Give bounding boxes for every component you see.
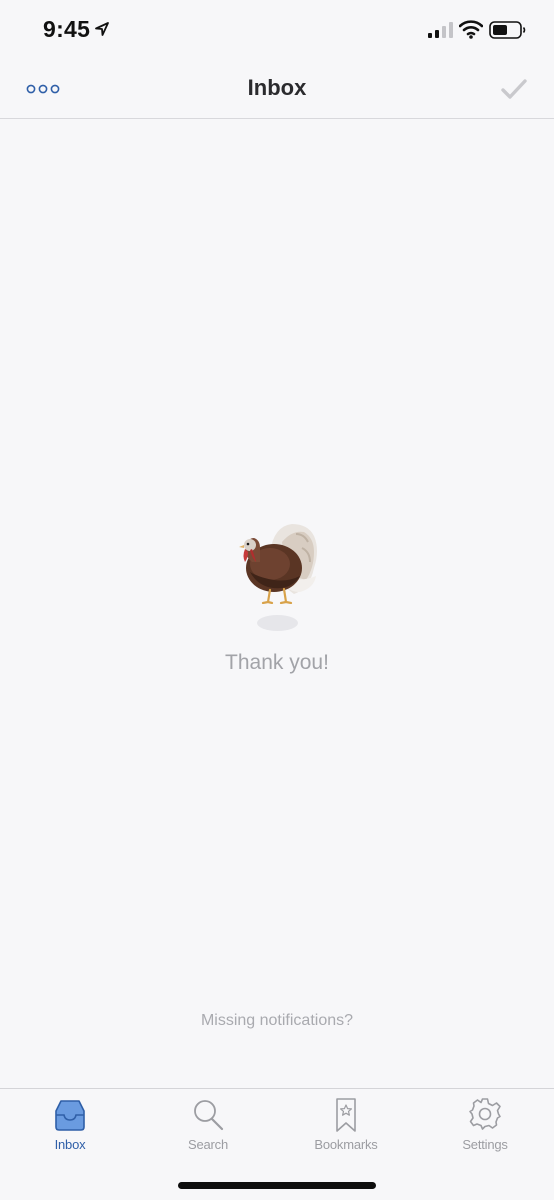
tab-bookmarks[interactable]: Bookmarks bbox=[291, 1097, 401, 1161]
navigation-bar: Inbox bbox=[0, 60, 554, 119]
page-title: Inbox bbox=[247, 75, 307, 100]
cellular-signal-icon bbox=[428, 22, 453, 38]
tab-inbox[interactable]: Inbox bbox=[15, 1097, 125, 1161]
inbox-tray-icon bbox=[55, 1100, 85, 1131]
status-bar: 9:45 bbox=[0, 0, 554, 60]
bookmark-icon bbox=[336, 1098, 356, 1132]
tab-label: Bookmarks bbox=[314, 1137, 378, 1152]
missing-notifications-link[interactable]: Missing notifications? bbox=[0, 1012, 554, 1030]
tab-settings[interactable]: Settings bbox=[430, 1097, 540, 1161]
tab-search[interactable]: Search bbox=[153, 1097, 263, 1161]
empty-state: Thank you! bbox=[0, 500, 554, 700]
gear-icon bbox=[469, 1098, 501, 1130]
battery-icon bbox=[489, 21, 526, 39]
inbox-screen: 9:45 Inbox Thank you! Missing notificati… bbox=[0, 0, 554, 1200]
checkmark-icon[interactable] bbox=[500, 77, 528, 101]
turkey-icon bbox=[239, 524, 317, 604]
tab-label: Settings bbox=[462, 1137, 508, 1152]
location-arrow-icon bbox=[95, 22, 109, 36]
tab-label: Inbox bbox=[54, 1137, 86, 1152]
illustration-shadow bbox=[257, 615, 298, 631]
empty-state-message: Thank you! bbox=[225, 651, 329, 674]
tab-label: Search bbox=[188, 1137, 228, 1152]
status-time: 9:45 bbox=[43, 16, 91, 42]
search-icon bbox=[194, 1100, 224, 1131]
wifi-icon bbox=[459, 20, 483, 39]
home-indicator[interactable] bbox=[178, 1182, 376, 1189]
